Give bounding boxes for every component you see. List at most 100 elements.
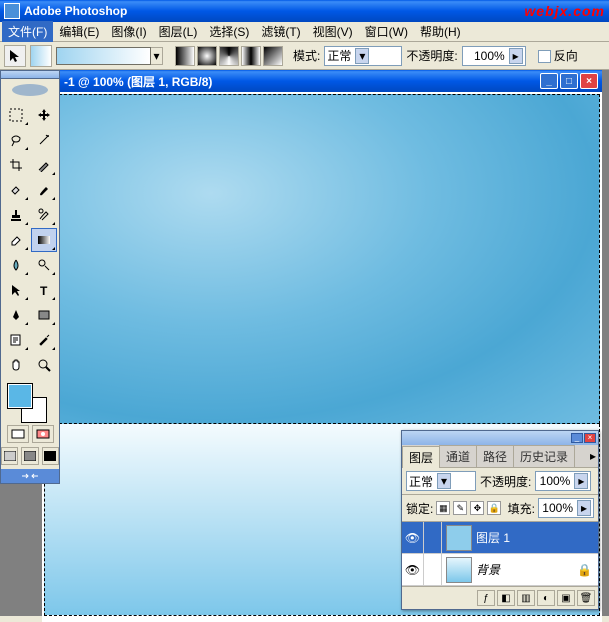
tab-layers[interactable]: 图层: [402, 446, 440, 468]
crop-tool[interactable]: [3, 153, 30, 177]
layer-mask-button[interactable]: ◧: [497, 590, 515, 606]
lock-paint-button[interactable]: ✎: [453, 501, 467, 515]
jump-to-button[interactable]: [1, 469, 59, 483]
gradient-dropdown[interactable]: ▾: [151, 47, 163, 65]
lock-all-button[interactable]: 🔒: [487, 501, 501, 515]
opacity-input[interactable]: 100% ▸: [462, 46, 526, 66]
foreground-color-swatch[interactable]: [7, 383, 33, 409]
menu-edit[interactable]: 编辑(E): [53, 21, 105, 42]
pen-tool[interactable]: [3, 303, 30, 327]
menu-image[interactable]: 图像(I): [105, 21, 152, 42]
lock-icon: 🔒: [577, 563, 592, 577]
tab-paths[interactable]: 路径: [476, 445, 514, 467]
layer-thumbnail[interactable]: [446, 525, 472, 551]
layers-panel-header[interactable]: _ ×: [402, 431, 598, 445]
layer-thumbnail[interactable]: [446, 557, 472, 583]
app-icon: [4, 3, 20, 19]
menu-layer[interactable]: 图层(L): [153, 21, 204, 42]
layer-row[interactable]: 👁 图层 1: [402, 522, 598, 554]
toolbox-header[interactable]: [1, 71, 59, 79]
path-select-tool[interactable]: [3, 278, 30, 302]
panel-minimize-button[interactable]: _: [571, 433, 583, 443]
active-tool-icon[interactable]: [30, 45, 52, 67]
gradient-tool[interactable]: [31, 228, 58, 252]
dodge-tool[interactable]: [31, 253, 58, 277]
marquee-tool[interactable]: [3, 103, 30, 127]
layers-panel: _ × 图层 通道 路径 历史记录 ▸ 正常 ▾ 不透明度: 100% ▸ 锁定…: [401, 430, 599, 610]
menu-select[interactable]: 选择(S): [203, 21, 255, 42]
fill-input[interactable]: 100% ▸: [538, 498, 594, 518]
photoshop-logo-icon: [10, 82, 50, 98]
layer-blend-value: 正常: [409, 473, 433, 490]
gradient-radial[interactable]: [197, 46, 217, 66]
standard-mode-button[interactable]: [7, 425, 29, 443]
history-brush-tool[interactable]: [31, 203, 58, 227]
layer-opacity-input[interactable]: 100% ▸: [535, 471, 591, 491]
opacity-label: 不透明度:: [406, 47, 457, 64]
move-tool[interactable]: [31, 103, 58, 127]
brush-tool[interactable]: [31, 178, 58, 202]
shape-tool[interactable]: [31, 303, 58, 327]
eraser-tool[interactable]: [3, 228, 30, 252]
gradient-angle[interactable]: [219, 46, 239, 66]
gradient-diamond[interactable]: [263, 46, 283, 66]
color-swatches: [1, 379, 59, 423]
link-cell[interactable]: [424, 522, 442, 553]
hand-tool[interactable]: [3, 353, 30, 377]
gradient-reflected[interactable]: [241, 46, 261, 66]
panel-close-button[interactable]: ×: [584, 433, 596, 443]
visibility-toggle[interactable]: 👁: [402, 554, 424, 585]
layer-set-button[interactable]: ▥: [517, 590, 535, 606]
app-titlebar: Adobe Photoshop webjx.com: [0, 0, 609, 22]
canvas-upper[interactable]: [44, 94, 600, 424]
layer-row[interactable]: 👁 背景 🔒: [402, 554, 598, 586]
lasso-tool[interactable]: [3, 128, 30, 152]
document-title: -1 @ 100% (图层 1, RGB/8): [64, 73, 212, 90]
type-tool[interactable]: T: [31, 278, 58, 302]
toolbox: T: [0, 70, 60, 484]
notes-tool[interactable]: [3, 328, 30, 352]
gradient-swatch[interactable]: [56, 47, 151, 65]
panel-menu-icon[interactable]: ▸: [590, 449, 596, 463]
tab-history[interactable]: 历史记录: [513, 445, 575, 467]
tab-channels[interactable]: 通道: [439, 445, 477, 467]
menu-help[interactable]: 帮助(H): [414, 21, 467, 42]
maximize-button[interactable]: □: [560, 73, 578, 89]
gradient-type-group: [175, 46, 283, 66]
minimize-button[interactable]: _: [540, 73, 558, 89]
menu-view[interactable]: 视图(V): [307, 21, 359, 42]
zoom-tool[interactable]: [31, 353, 58, 377]
screen-full-button[interactable]: [42, 447, 59, 465]
slice-tool[interactable]: [31, 153, 58, 177]
quickmask-mode-button[interactable]: [32, 425, 54, 443]
gradient-linear[interactable]: [175, 46, 195, 66]
delete-layer-button[interactable]: 🗑: [577, 590, 595, 606]
lock-transparent-button[interactable]: ▦: [436, 501, 450, 515]
new-layer-button[interactable]: ▣: [557, 590, 575, 606]
adjustment-layer-button[interactable]: ◐: [537, 590, 555, 606]
layer-style-button[interactable]: ƒ: [477, 590, 495, 606]
menu-file[interactable]: 文件(F): [2, 21, 53, 42]
layer-list: 👁 图层 1 👁 背景 🔒: [402, 522, 598, 586]
screen-menubar-button[interactable]: [21, 447, 38, 465]
stamp-tool[interactable]: [3, 203, 30, 227]
eyedropper-tool[interactable]: [31, 328, 58, 352]
fill-value: 100%: [541, 501, 573, 515]
wand-tool[interactable]: [31, 128, 58, 152]
blend-mode-select[interactable]: 正常 ▾: [324, 46, 402, 66]
workspace: -1 @ 100% (图层 1, RGB/8) _ □ ×: [0, 70, 609, 616]
blur-tool[interactable]: [3, 253, 30, 277]
reverse-checkbox[interactable]: [538, 50, 551, 63]
visibility-toggle[interactable]: 👁: [402, 522, 424, 553]
close-button[interactable]: ×: [580, 73, 598, 89]
menu-filter[interactable]: 滤镜(T): [255, 21, 306, 42]
link-cell[interactable]: [424, 554, 442, 585]
lock-position-button[interactable]: ✥: [470, 501, 484, 515]
layer-blend-select[interactable]: 正常 ▾: [406, 471, 476, 491]
menu-window[interactable]: 窗口(W): [359, 21, 414, 42]
layer-name[interactable]: 图层 1: [476, 529, 598, 546]
document-titlebar[interactable]: -1 @ 100% (图层 1, RGB/8) _ □ ×: [42, 70, 602, 92]
layer-name[interactable]: 背景: [476, 561, 577, 578]
heal-tool[interactable]: [3, 178, 30, 202]
screen-standard-button[interactable]: [1, 447, 18, 465]
